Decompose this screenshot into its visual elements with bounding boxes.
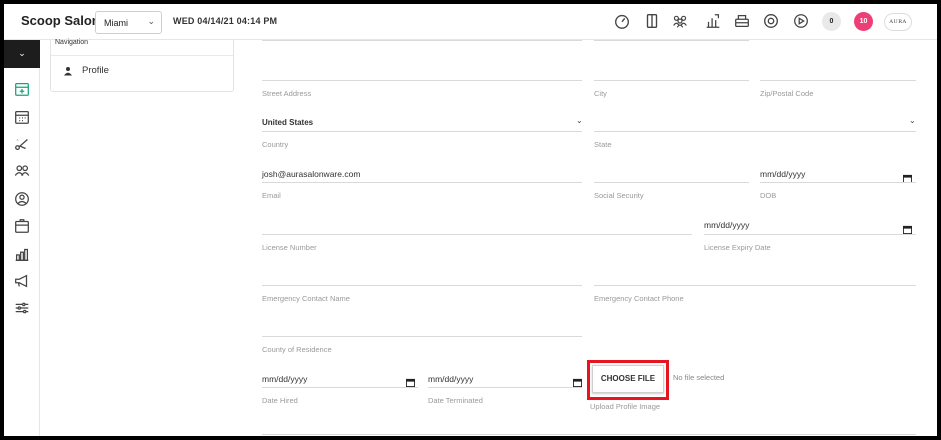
country-value: United States <box>262 118 314 127</box>
calendar-icon[interactable] <box>573 374 582 387</box>
date-hired-label: Date Hired <box>262 396 298 405</box>
file-status: No file selected <box>673 373 725 382</box>
emergency-contact-name-label: Emergency Contact Name <box>262 294 350 303</box>
divider <box>262 40 582 41</box>
chevron-down-icon: ⌄ <box>18 48 26 58</box>
location-value: Miami <box>104 18 128 28</box>
emergency-contact-phone-label: Emergency Contact Phone <box>594 294 684 303</box>
divider <box>594 40 749 41</box>
chevron-down-icon[interactable]: ⌄ <box>909 116 916 125</box>
person-icon <box>64 66 72 75</box>
license-expiry-input[interactable]: mm/dd/yyyy <box>704 220 749 230</box>
emergency-contact-phone-input[interactable] <box>594 285 916 286</box>
emergency-contact-name-input[interactable] <box>262 285 582 286</box>
package-icon[interactable] <box>13 217 31 235</box>
nav-item-profile[interactable]: Profile <box>63 65 109 76</box>
state-label: State <box>594 140 612 149</box>
navigation-panel: Navigation Profile <box>50 39 234 92</box>
analytics-icon[interactable] <box>13 245 31 263</box>
license-number-input[interactable] <box>262 234 692 235</box>
country-select[interactable] <box>262 131 582 132</box>
calendar-icon[interactable] <box>903 170 912 183</box>
license-number-label: License Number <box>262 243 317 252</box>
dob-input[interactable]: mm/dd/yyyy <box>760 169 805 179</box>
divider <box>262 434 916 435</box>
brand-name: Scoop Salon <box>21 13 100 28</box>
rail-toggle-button[interactable]: ⌄ <box>4 40 40 68</box>
reports-icon[interactable] <box>704 12 722 30</box>
email-field[interactable]: josh@aurasalonware.com <box>262 169 360 179</box>
state-select[interactable] <box>594 131 916 132</box>
users-group-icon[interactable] <box>671 12 689 30</box>
add-appointment-icon[interactable] <box>13 80 31 98</box>
date-terminated-label: Date Terminated <box>428 396 483 405</box>
social-security-input[interactable] <box>594 182 749 183</box>
notification-count-badge[interactable]: 0 <box>822 12 841 31</box>
door-icon[interactable] <box>643 12 661 30</box>
date-terminated-input[interactable]: mm/dd/yyyy <box>428 374 473 384</box>
date-hired-underline <box>262 387 418 388</box>
nav-item-label: Profile <box>82 65 109 76</box>
choose-file-button[interactable]: CHOOSE FILE <box>592 365 664 393</box>
city-input[interactable] <box>594 80 749 81</box>
calendar-icon[interactable] <box>903 221 912 234</box>
license-expiry-label: License Expiry Date <box>704 243 771 252</box>
zip-input[interactable] <box>760 80 916 81</box>
county-input[interactable] <box>262 336 582 337</box>
date-hired-input[interactable]: mm/dd/yyyy <box>262 374 307 384</box>
support-icon[interactable] <box>762 12 780 30</box>
account-icon[interactable] <box>13 190 31 208</box>
chevron-down-icon[interactable]: ⌄ <box>576 116 583 125</box>
social-security-label: Social Security <box>594 191 644 200</box>
email-label: Email <box>262 191 281 200</box>
license-expiry-underline <box>704 234 916 235</box>
settings-sliders-icon[interactable] <box>13 299 31 317</box>
navigation-title: Navigation <box>55 39 89 46</box>
location-select[interactable]: Miami ⌄ <box>95 11 162 34</box>
play-icon[interactable] <box>792 12 810 30</box>
top-bar: Scoop Salon Miami ⌄ WED 04/14/21 04:14 P… <box>4 4 937 40</box>
calendar-icon[interactable] <box>13 108 31 126</box>
street-address-input[interactable] <box>262 80 582 81</box>
aura-logo[interactable]: AURA <box>884 13 912 31</box>
speedometer-icon[interactable] <box>613 12 631 30</box>
date-terminated-underline <box>428 387 582 388</box>
street-address-label: Street Address <box>262 89 312 98</box>
app-window: Scoop Salon Miami ⌄ WED 04/14/21 04:14 P… <box>4 4 937 436</box>
calendar-icon[interactable] <box>406 374 415 387</box>
dob-underline <box>760 182 916 183</box>
marketing-icon[interactable] <box>13 272 31 290</box>
register-icon[interactable] <box>733 12 751 30</box>
zip-label: Zip/Postal Code <box>760 89 814 98</box>
county-label: County of Residence <box>262 345 332 354</box>
clients-icon[interactable] <box>13 162 31 180</box>
chevron-down-icon: ⌄ <box>147 16 155 26</box>
divider <box>51 55 233 56</box>
city-label: City <box>594 89 607 98</box>
alerts-count-badge[interactable]: 10 <box>854 12 873 31</box>
scissors-icon[interactable] <box>13 135 31 153</box>
email-underline <box>262 182 582 183</box>
dob-label: DOB <box>760 191 777 200</box>
upload-profile-image-label: Upload Profile Image <box>590 402 661 411</box>
left-rail: ⌄ <box>4 40 40 436</box>
current-datetime: WED 04/14/21 04:14 PM <box>173 16 278 26</box>
country-label: Country <box>262 140 289 149</box>
